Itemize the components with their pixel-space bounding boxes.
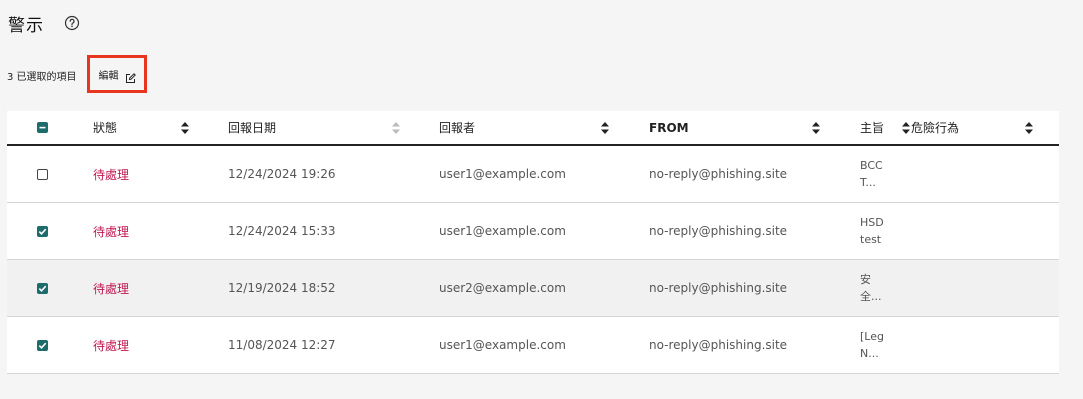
from-cell: no-reply@phishing.site (649, 167, 788, 181)
status-cell: 待處理 (93, 281, 130, 296)
selected-count: 3 已選取的項目 (7, 71, 77, 83)
row-checkbox[interactable] (37, 282, 48, 294)
edit-button-label: 編輯 (98, 70, 119, 82)
header-risk[interactable]: 危險行為 (911, 111, 959, 144)
subject-line: 安 (860, 273, 871, 286)
subject-line: 全... (860, 290, 882, 303)
reporter-cell: user2@example.com (439, 281, 566, 295)
status-cell: 待處理 (93, 338, 130, 353)
status-cell: 待處理 (93, 224, 130, 239)
subject-line: N... (860, 347, 879, 360)
from-cell: no-reply@phishing.site (649, 224, 788, 238)
row-checkbox[interactable] (37, 339, 48, 351)
subject-cell: BCC T... (860, 146, 883, 202)
alerts-table: 狀態 回報日期 回報者 FROM 主旨 危險行為 待處理 12/24/2024 … (7, 111, 1059, 374)
from-cell: no-reply@phishing.site (649, 281, 788, 295)
table-header: 狀態 回報日期 回報者 FROM 主旨 危險行為 (7, 111, 1059, 146)
row-checkbox-cell (37, 203, 48, 259)
reporter-cell: user1@example.com (439, 224, 566, 238)
reporter-cell: user1@example.com (439, 167, 566, 181)
header-status[interactable]: 狀態 (93, 111, 117, 144)
row-checkbox-cell (37, 260, 48, 316)
table-row[interactable]: 待處理 12/24/2024 15:33 user1@example.com n… (7, 203, 1059, 260)
sort-from-icon[interactable] (812, 122, 820, 134)
table-row[interactable]: 待處理 12/19/2024 18:52 user2@example.com n… (7, 260, 1059, 317)
sort-subject-icon[interactable] (902, 122, 910, 134)
header-reporter[interactable]: 回報者 (439, 111, 475, 144)
status-cell: 待處理 (93, 167, 130, 182)
sort-report-date-icon[interactable] (392, 122, 400, 134)
sort-status-icon[interactable] (181, 122, 189, 134)
subject-line: HSD (860, 216, 884, 229)
subject-line: [Leg (860, 330, 884, 343)
subject-line: test (860, 233, 882, 246)
row-checkbox[interactable] (37, 225, 48, 237)
reporter-cell: user1@example.com (439, 338, 566, 352)
selection-bar: 3 已選取的項目 (7, 66, 77, 84)
header-subject[interactable]: 主旨 (860, 111, 884, 144)
select-all-cell (37, 111, 48, 144)
help-icon[interactable] (64, 15, 80, 31)
table-row[interactable]: 待處理 11/08/2024 12:27 user1@example.com n… (7, 317, 1059, 374)
row-checkbox-cell (37, 146, 48, 202)
subject-cell: 安 全... (860, 260, 882, 316)
select-all-checkbox[interactable] (37, 122, 48, 133)
header-from[interactable]: FROM (649, 111, 689, 144)
report-date-cell: 12/24/2024 19:26 (228, 167, 336, 181)
subject-cell: [Leg N... (860, 317, 884, 373)
from-cell: no-reply@phishing.site (649, 338, 788, 352)
row-checkbox-cell (37, 317, 48, 373)
page-title: 警示 (8, 15, 44, 36)
subject-line: BCC (860, 159, 883, 172)
header-report-date[interactable]: 回報日期 (228, 111, 276, 144)
subject-cell: HSD test (860, 203, 884, 259)
report-date-cell: 12/24/2024 15:33 (228, 224, 336, 238)
sort-reporter-icon[interactable] (601, 122, 609, 134)
row-checkbox[interactable] (37, 168, 48, 180)
page-header: 警示 (8, 10, 80, 36)
report-date-cell: 12/19/2024 18:52 (228, 281, 336, 295)
table-row[interactable]: 待處理 12/24/2024 19:26 user1@example.com n… (7, 146, 1059, 203)
report-date-cell: 11/08/2024 12:27 (228, 338, 336, 352)
edit-button[interactable]: 編輯 (87, 55, 147, 93)
edit-icon (125, 69, 136, 83)
sort-risk-icon[interactable] (1025, 122, 1033, 134)
subject-line: T... (860, 176, 876, 189)
